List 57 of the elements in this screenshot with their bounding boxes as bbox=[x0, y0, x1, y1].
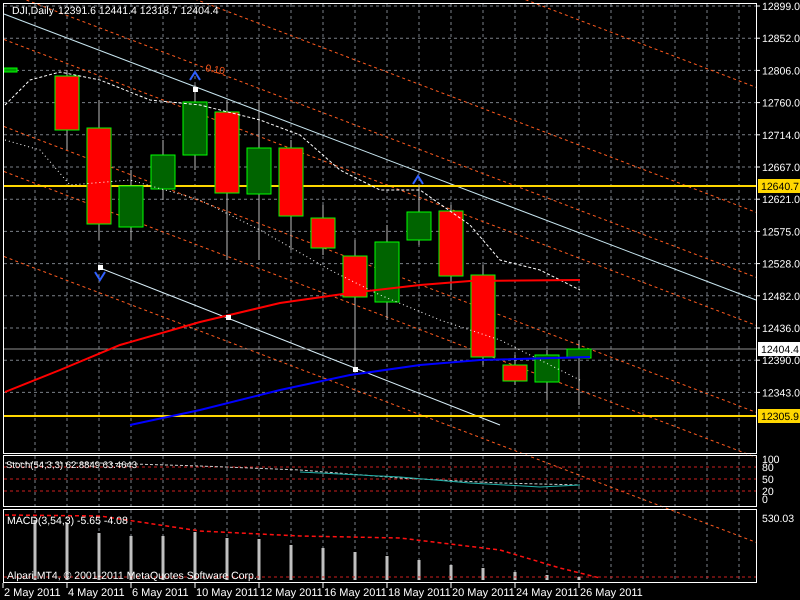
date-tick: 4 May 2011 bbox=[68, 587, 125, 599]
price-tick: 12482.0 bbox=[762, 290, 800, 303]
candlestick bbox=[534, 350, 560, 400]
histogram-bar bbox=[546, 575, 548, 580]
price-tick: 12343.0 bbox=[762, 387, 800, 400]
histogram-bar bbox=[482, 568, 484, 580]
price-tag: 12305.9 bbox=[758, 409, 800, 423]
histogram-bar bbox=[354, 552, 356, 580]
anchor-point-icon bbox=[353, 367, 358, 372]
date-tick: 18 May 2011 bbox=[388, 587, 451, 599]
histogram-bar bbox=[418, 560, 420, 580]
level-tick: 80 bbox=[762, 462, 774, 474]
macd-label: MACD(3,54,3) -5.65 -4.08 bbox=[7, 515, 128, 527]
price-tick: 12667.0 bbox=[762, 162, 800, 174]
price-tick: 12621.0 bbox=[762, 194, 800, 206]
histogram-bar bbox=[450, 565, 452, 580]
price-tick: 12760.0 bbox=[762, 98, 800, 110]
price-tag: 12404.4 bbox=[758, 342, 800, 356]
histogram-bar bbox=[578, 577, 580, 580]
symbol-label: DJI,Daily bbox=[12, 5, 54, 17]
price-tick: 12806.0 bbox=[762, 65, 800, 78]
date-tick: 6 May 2011 bbox=[132, 587, 189, 599]
anchor-point-icon bbox=[193, 87, 198, 92]
price-tag: 12640.7 bbox=[758, 179, 800, 193]
histogram-bar bbox=[514, 572, 516, 580]
candlestick bbox=[566, 340, 592, 406]
date-tick: 16 May 2011 bbox=[324, 587, 387, 599]
histogram-bar bbox=[322, 548, 324, 580]
scale-tick: 530.03 bbox=[762, 513, 794, 525]
date-tick: 2 May 2011 bbox=[4, 587, 61, 599]
price-tick: 12899.0 bbox=[762, 1, 800, 13]
level-tick: 50 bbox=[762, 474, 774, 486]
date-tick: 24 May 2011 bbox=[516, 587, 579, 599]
anchor-point-icon bbox=[98, 265, 103, 270]
date-tick: 20 May 2011 bbox=[452, 587, 515, 599]
candlestick bbox=[406, 184, 432, 246]
price-tick: 12390.0 bbox=[762, 355, 800, 368]
level-tick: 0 bbox=[762, 494, 768, 506]
candlestick bbox=[150, 140, 176, 200]
price-tick: 12528.0 bbox=[762, 258, 800, 271]
histogram-bar bbox=[290, 545, 292, 580]
fibo-level-label: 0.10 bbox=[204, 63, 226, 78]
price-tick: 12575.0 bbox=[762, 226, 800, 238]
ohlc-values: 12391.6 12441.4 12318.7 12404.4 bbox=[58, 5, 219, 17]
candlestick bbox=[4, 68, 18, 72]
price-tick: 12852.0 bbox=[762, 33, 800, 46]
price-tick: 12436.0 bbox=[762, 323, 800, 335]
date-tick: 12 May 2011 bbox=[260, 587, 323, 599]
candlestick bbox=[118, 170, 144, 240]
candlestick bbox=[310, 204, 336, 256]
price-tick: 12714.0 bbox=[762, 130, 800, 142]
date-tick: 10 May 2011 bbox=[196, 587, 259, 599]
date-tick: 26 May 2011 bbox=[580, 587, 643, 599]
histogram-bar bbox=[386, 556, 388, 580]
candlestick bbox=[502, 354, 528, 386]
histogram-bar bbox=[258, 539, 260, 580]
anchor-point-icon bbox=[226, 315, 231, 320]
